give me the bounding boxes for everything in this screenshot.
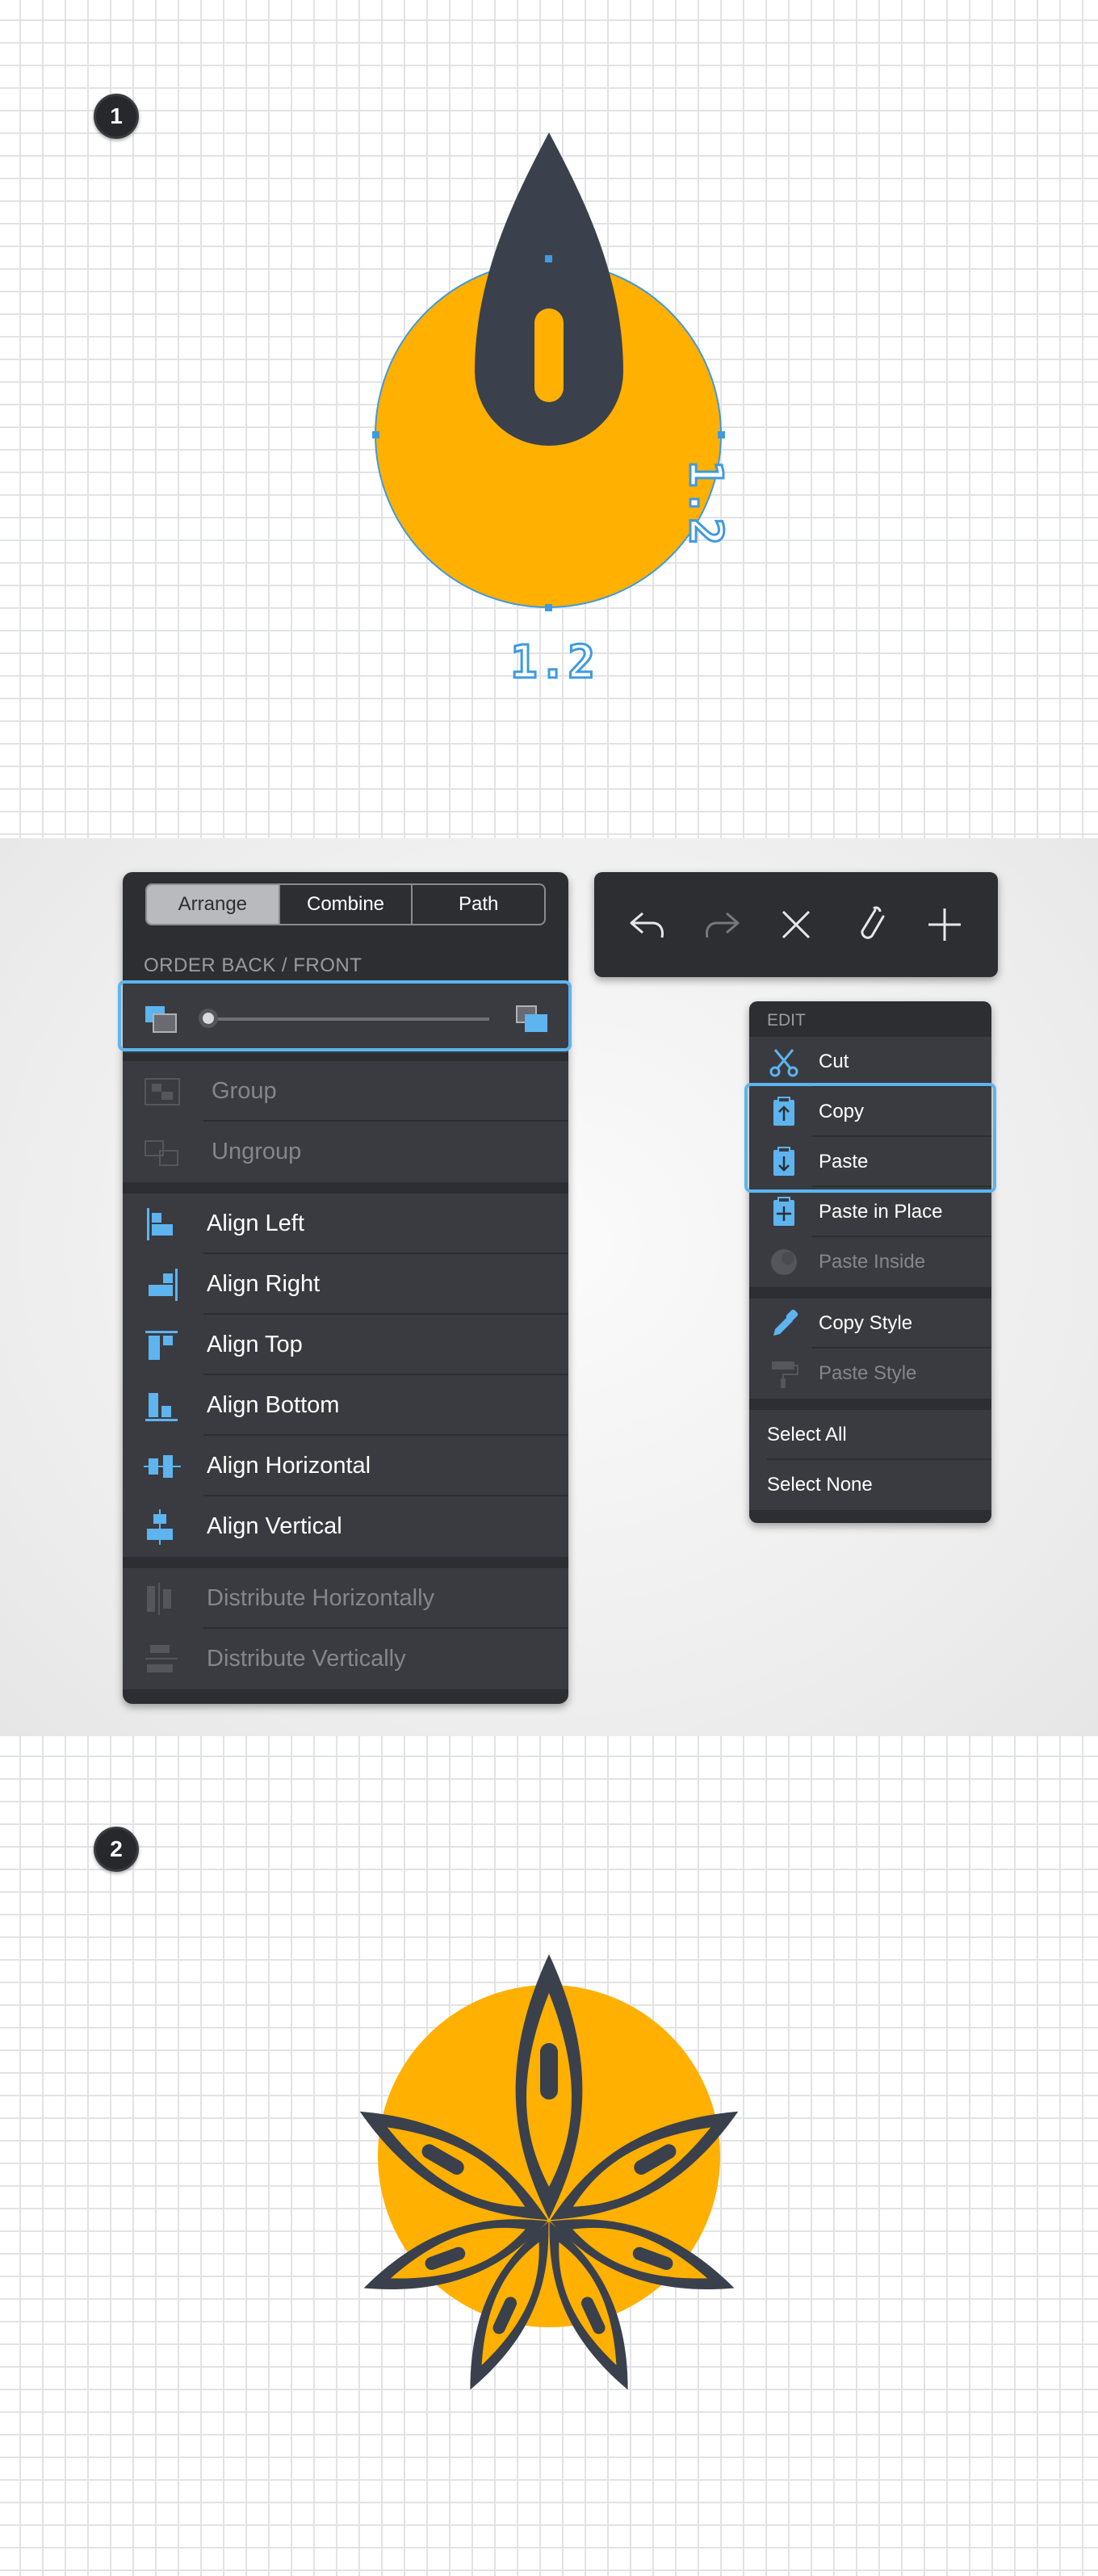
paste-in-place-icon: [773, 1197, 794, 1226]
selection-handle[interactable]: [372, 431, 379, 438]
undo-icon[interactable]: [625, 902, 670, 947]
menu-item-cut[interactable]: Cut: [749, 1037, 991, 1087]
copy-icon: [773, 1097, 794, 1126]
selection-handle[interactable]: [545, 604, 552, 611]
tab-path[interactable]: Path: [413, 885, 544, 924]
group-icon: [145, 1078, 180, 1105]
menu-item-label: Paste in Place: [819, 1201, 943, 1223]
align-top-row[interactable]: Align Top: [123, 1315, 568, 1375]
align-right-label: Align Right: [207, 1271, 321, 1297]
align-left-label: Align Left: [207, 1210, 304, 1236]
menu-item-label: Copy Style: [819, 1312, 913, 1334]
menu-item-select-all[interactable]: Select All: [749, 1410, 991, 1460]
menu-item-copy[interactable]: Copy: [749, 1087, 991, 1137]
paste-icon: [773, 1147, 794, 1176]
align-top-label: Align Top: [207, 1332, 303, 1357]
paste-inside-icon: [771, 1249, 797, 1275]
flower-artwork[interactable]: [0, 1736, 1098, 2576]
menu-item-paste-inside[interactable]: Paste Inside: [749, 1237, 991, 1287]
order-slider-knob[interactable]: [199, 1009, 218, 1028]
eyedropper-icon: [773, 1309, 798, 1336]
distribute-vertically-row[interactable]: Distribute Vertically: [123, 1629, 568, 1689]
menu-item-select-none[interactable]: Select None: [749, 1460, 991, 1510]
selection-handle[interactable]: [545, 255, 552, 262]
tab-combine[interactable]: Combine: [280, 885, 413, 924]
menu-item-label: Paste: [819, 1151, 869, 1173]
artboard-step-2: 2: [0, 1736, 1098, 2576]
align-vertical-row[interactable]: Align Vertical: [123, 1496, 568, 1557]
order-slider-track[interactable]: [208, 1017, 489, 1021]
scissors-icon: [769, 1049, 798, 1077]
delete-icon[interactable]: [773, 902, 819, 947]
send-backward-icon[interactable]: [144, 1003, 179, 1035]
ui-panels-area: Arrange Combine Path ORDER BACK / FRONT …: [0, 838, 1098, 1873]
align-vertical-label: Align Vertical: [207, 1513, 342, 1539]
order-section-label: ORDER BACK / FRONT: [144, 954, 363, 976]
edit-menu-title: EDIT: [767, 1011, 806, 1030]
order-slider-row: [123, 984, 568, 1053]
align-vertical-icon: [147, 1509, 173, 1545]
align-horizontal-row[interactable]: Align Horizontal: [123, 1436, 568, 1496]
menu-item-label: Select All: [767, 1424, 847, 1445]
align-horizontal-label: Align Horizontal: [207, 1453, 371, 1479]
distribute-horizontally-row[interactable]: Distribute Horizontally: [123, 1568, 568, 1629]
menu-item-copy-style[interactable]: Copy Style: [749, 1298, 991, 1349]
align-left-row[interactable]: Align Left: [123, 1194, 568, 1254]
toolbar: [594, 872, 998, 977]
bring-forward-icon[interactable]: [515, 1003, 551, 1035]
align-bottom-row[interactable]: Align Bottom: [123, 1375, 568, 1436]
menu-item-label: Paste Inside: [819, 1251, 926, 1273]
redo-icon[interactable]: [699, 902, 744, 947]
align-right-row[interactable]: Align Right: [123, 1254, 568, 1315]
distribute-horizontally-label: Distribute Horizontally: [207, 1585, 435, 1611]
arrange-tabs: Arrange Combine Path: [145, 883, 546, 925]
edit-menu: EDIT Cut Copy Paste Paste in Place Paste…: [749, 1001, 991, 1523]
artboard-step-1: 1 1.2 1.2: [0, 0, 1098, 838]
width-dimension-label: 1.2: [509, 636, 597, 690]
canvas-shapes[interactable]: [0, 0, 1098, 838]
menu-item-label: Paste Style: [819, 1362, 917, 1384]
add-icon[interactable]: [922, 902, 967, 947]
height-dimension-label: 1.2: [678, 459, 733, 548]
paint-roller-icon: [772, 1361, 798, 1388]
menu-item-paste-style[interactable]: Paste Style: [749, 1349, 991, 1399]
selection-handle[interactable]: [718, 431, 725, 438]
menu-item-paste-in-place[interactable]: Paste in Place: [749, 1187, 991, 1237]
menu-item-label: Cut: [819, 1051, 849, 1072]
ungroup-label: Ungroup: [212, 1139, 302, 1164]
distribute-vertically-icon: [145, 1645, 178, 1672]
teardrop-slot: [534, 308, 564, 402]
menu-item-paste[interactable]: Paste: [749, 1137, 991, 1187]
group-label: Group: [212, 1078, 277, 1104]
clipboard-icon[interactable]: [848, 902, 893, 947]
menu-item-label: Select None: [767, 1474, 873, 1496]
distribute-vertically-label: Distribute Vertically: [207, 1646, 406, 1672]
arrange-panel: Arrange Combine Path ORDER BACK / FRONT …: [123, 872, 568, 1704]
ungroup-row[interactable]: Ungroup: [123, 1122, 568, 1182]
ungroup-icon: [145, 1140, 178, 1166]
align-right-icon: [149, 1269, 178, 1301]
group-row[interactable]: Group: [123, 1061, 568, 1122]
align-left-icon: [147, 1208, 173, 1240]
align-bottom-icon: [145, 1393, 178, 1421]
align-horizontal-icon: [144, 1455, 181, 1478]
distribute-horizontally-icon: [147, 1583, 171, 1615]
align-top-icon: [145, 1331, 178, 1360]
tab-arrange[interactable]: Arrange: [147, 885, 280, 924]
menu-item-label: Copy: [819, 1101, 865, 1122]
align-bottom-label: Align Bottom: [207, 1392, 340, 1418]
